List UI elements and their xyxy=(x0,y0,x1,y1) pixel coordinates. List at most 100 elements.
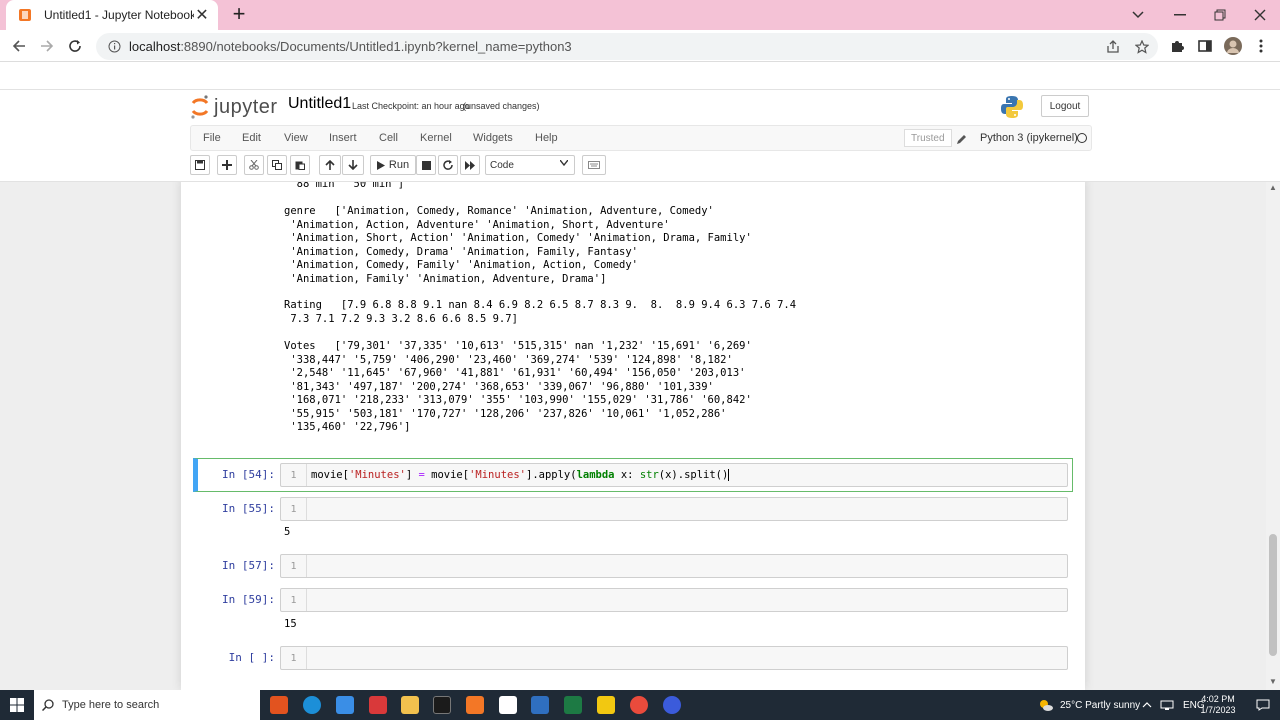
tab-close-icon[interactable]: ✕ xyxy=(194,5,210,25)
scrollbar-thumb[interactable] xyxy=(1269,534,1277,656)
autosave-status: (unsaved changes) xyxy=(463,101,540,111)
network-icon[interactable] xyxy=(1160,690,1174,720)
kernel-name[interactable]: Python 3 (ipykernel) xyxy=(980,132,1078,144)
command-palette-button[interactable] xyxy=(582,155,606,175)
browser-tab-active[interactable]: Untitled1 - Jupyter Notebook ✕ xyxy=(6,0,218,30)
windows-taskbar: Type here to search 25°C Partly sunny EN… xyxy=(0,690,1280,720)
run-button[interactable]: Run xyxy=(370,155,416,175)
scissors-icon xyxy=(249,160,259,170)
code-line: movie['Minutes'] = movie['Minutes'].appl… xyxy=(311,469,730,481)
scroll-down-arrow-icon[interactable]: ▼ xyxy=(1269,678,1277,686)
jupyter-logo-text: jupyter xyxy=(214,95,278,118)
clock-time: 4:02 PM xyxy=(1201,694,1235,704)
url-text: localhost:8890/notebooks/Documents/Untit… xyxy=(129,39,572,54)
excel-icon[interactable] xyxy=(564,696,582,714)
copy-button[interactable] xyxy=(267,155,287,175)
bookmark-star-icon[interactable] xyxy=(1130,33,1154,60)
notifications-icon[interactable] xyxy=(1256,690,1270,720)
interrupt-button[interactable] xyxy=(416,155,436,175)
code-input-55[interactable]: 1 xyxy=(280,497,1068,521)
menu-kernel[interactable]: Kernel xyxy=(420,132,452,144)
weather-sun-icon xyxy=(1040,700,1053,711)
cell-output-55: 5 xyxy=(284,526,291,538)
cut-button[interactable] xyxy=(244,155,264,175)
cell-prompt: In [54]: xyxy=(222,468,275,481)
edit-pencil-icon[interactable] xyxy=(956,132,967,150)
restore-window-icon[interactable] xyxy=(1200,0,1240,30)
restart-run-all-button[interactable] xyxy=(460,155,480,175)
menu-file[interactable]: File xyxy=(203,132,221,144)
search-icon xyxy=(42,699,54,711)
notebook-scroll-area[interactable]: '88 min' '50 min'] genre ['Animation, Co… xyxy=(0,182,1266,690)
jupyter-favicon-icon xyxy=(19,9,31,21)
save-button[interactable] xyxy=(190,155,210,175)
trusted-badge[interactable]: Trusted xyxy=(904,129,952,147)
power-bi-icon[interactable] xyxy=(597,696,615,714)
mail-icon[interactable] xyxy=(499,696,517,714)
chrome-icon[interactable] xyxy=(630,696,648,714)
profile-avatar[interactable] xyxy=(1222,35,1244,57)
clock[interactable]: 4:02 PM 1/7/2023 xyxy=(1196,694,1240,716)
windows-start-button[interactable] xyxy=(0,690,34,720)
back-arrow-icon[interactable] xyxy=(8,35,30,57)
new-tab-button[interactable]: + xyxy=(228,3,250,25)
forward-arrow-icon[interactable] xyxy=(36,35,58,57)
cell-type-select[interactable]: Code xyxy=(485,155,575,175)
move-down-button[interactable] xyxy=(342,155,364,175)
browser-menu-icon[interactable] xyxy=(1250,35,1272,57)
page-scrollbar[interactable]: ▲ ▼ xyxy=(1266,182,1280,690)
minimize-window-icon[interactable] xyxy=(1160,0,1200,30)
jupyter-logo[interactable]: jupyter xyxy=(190,94,278,120)
menu-widgets[interactable]: Widgets xyxy=(473,132,513,144)
weather-widget[interactable]: 25°C Partly sunny xyxy=(1038,690,1140,720)
notebook-name[interactable]: Untitled1 xyxy=(288,95,351,113)
extensions-puzzle-icon[interactable] xyxy=(1166,35,1188,57)
paste-button[interactable] xyxy=(290,155,310,175)
plus-icon xyxy=(222,160,232,170)
code-input-59[interactable]: 1 xyxy=(280,588,1068,612)
output-runtime-tail: '88 min' '50 min'] xyxy=(284,182,405,190)
fast-forward-icon xyxy=(464,160,475,170)
logout-button[interactable]: Logout xyxy=(1041,95,1089,117)
code-input-54[interactable]: 1 movie['Minutes'] = movie['Minutes'].ap… xyxy=(280,463,1068,487)
menu-edit[interactable]: Edit xyxy=(242,132,261,144)
move-up-button[interactable] xyxy=(319,155,341,175)
taskbar-search-box[interactable]: Type here to search xyxy=(34,690,260,720)
restart-button[interactable] xyxy=(438,155,458,175)
zoom-icon[interactable] xyxy=(663,696,681,714)
code-input-new[interactable]: 1 xyxy=(280,646,1068,670)
office-app-icon[interactable] xyxy=(270,696,288,714)
cell-prompt: In [55]: xyxy=(222,502,275,515)
keyboard-icon xyxy=(588,161,600,169)
code-input-57[interactable]: 1 xyxy=(280,554,1068,578)
reload-icon[interactable] xyxy=(64,35,86,57)
url-field[interactable]: localhost:8890/notebooks/Documents/Untit… xyxy=(96,33,1158,60)
close-window-icon[interactable] xyxy=(1240,0,1280,30)
jupyter-taskbar-icon[interactable] xyxy=(466,696,484,714)
kernel-idle-indicator-icon xyxy=(1077,133,1087,143)
menu-view[interactable]: View xyxy=(284,132,308,144)
tray-chevron-up-icon[interactable] xyxy=(1142,690,1152,720)
cell-prompt: In [ ]: xyxy=(228,651,275,664)
menu-help[interactable]: Help xyxy=(535,132,558,144)
scroll-up-arrow-icon[interactable]: ▲ xyxy=(1269,184,1277,192)
pinned-app-icon[interactable] xyxy=(336,696,354,714)
vs-code-icon[interactable] xyxy=(531,696,549,714)
tab-search-chevron-icon[interactable] xyxy=(1118,0,1158,30)
line-number: 1 xyxy=(281,589,307,611)
tab-title: Untitled1 - Jupyter Notebook xyxy=(44,8,194,22)
side-panel-icon[interactable] xyxy=(1194,35,1216,57)
menu-insert[interactable]: Insert xyxy=(329,132,357,144)
edge-browser-icon[interactable] xyxy=(303,696,321,714)
terminal-icon[interactable] xyxy=(433,696,451,714)
share-icon[interactable] xyxy=(1101,33,1125,60)
cell-prompt: In [59]: xyxy=(222,593,275,606)
site-info-icon[interactable] xyxy=(108,40,121,53)
bookmarks-area xyxy=(0,62,1280,90)
line-number: 1 xyxy=(281,555,307,577)
pinned-app-red-icon[interactable] xyxy=(369,696,387,714)
file-explorer-icon[interactable] xyxy=(401,696,419,714)
menu-cell[interactable]: Cell xyxy=(379,132,398,144)
insert-cell-button[interactable] xyxy=(217,155,237,175)
save-icon xyxy=(195,160,205,170)
